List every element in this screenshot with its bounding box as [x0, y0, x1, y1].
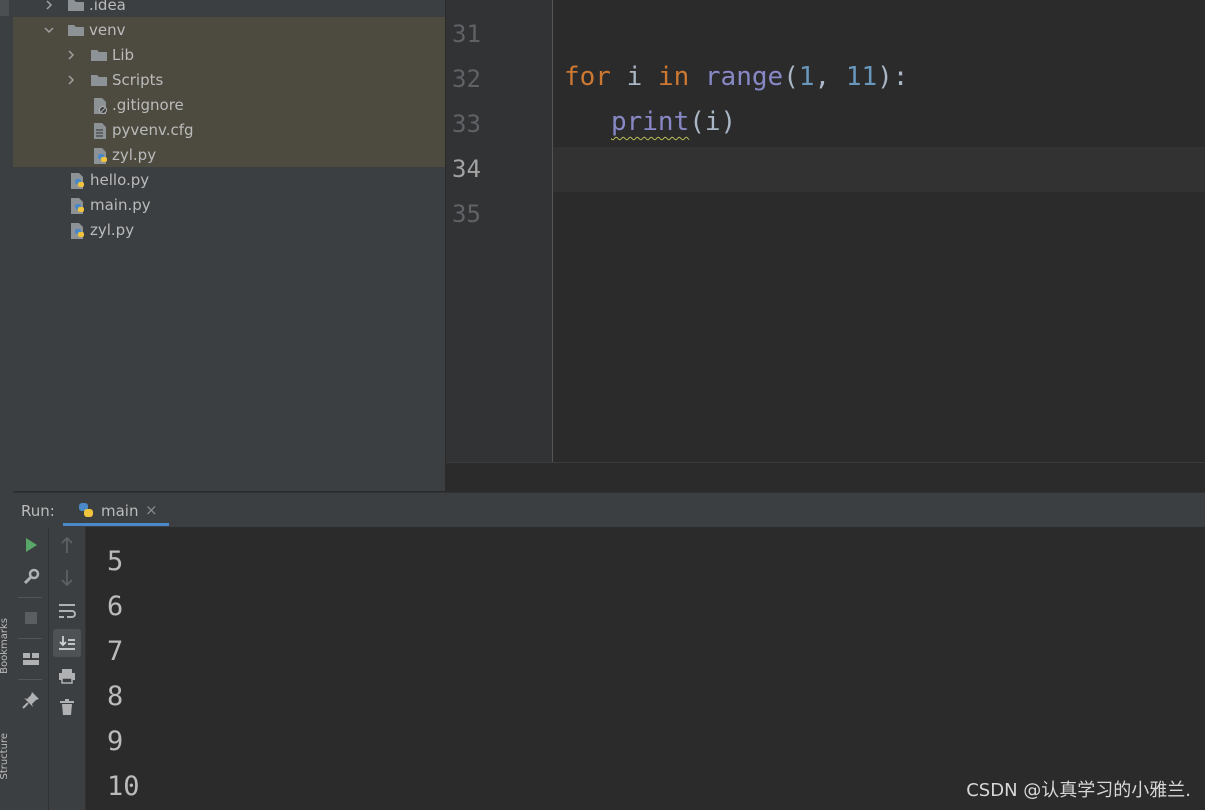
builtin-print: print — [610, 107, 690, 137]
keyword-in: in — [657, 62, 690, 92]
run-console-output[interactable]: 5 6 7 8 9 10 — [86, 527, 1205, 810]
line-number: 33 — [452, 110, 481, 138]
pin-icon[interactable] — [17, 686, 45, 714]
output-line: 7 — [107, 636, 124, 667]
builtin-range: range — [704, 62, 784, 92]
tree-item-zyl-py[interactable]: zyl.py — [13, 217, 445, 242]
folder-icon — [90, 47, 108, 63]
down-arrow-icon[interactable] — [53, 564, 81, 592]
tree-item-label: Lib — [112, 45, 135, 64]
tree-item-label: venv — [89, 20, 126, 39]
tree-item-label: main.py — [90, 195, 151, 214]
close-paren-colon: ): — [877, 62, 909, 92]
scroll-to-end-icon[interactable] — [53, 629, 81, 657]
tree-item-label: .idea — [89, 0, 126, 14]
python-file-icon — [92, 147, 110, 164]
structure-tool-tab[interactable]: Structure — [0, 733, 10, 780]
trash-icon[interactable] — [53, 693, 81, 721]
soft-wrap-icon[interactable] — [53, 597, 81, 625]
bookmarks-tool-tab[interactable]: Bookmarks — [0, 618, 10, 674]
line-number: 31 — [452, 20, 481, 48]
output-line: 8 — [107, 681, 124, 712]
close-icon[interactable]: × — [145, 501, 158, 519]
comma: , — [814, 62, 846, 92]
rerun-icon[interactable] — [17, 531, 45, 559]
keyword-for: for — [564, 62, 611, 92]
folder-icon — [67, 22, 85, 38]
current-line-number: 34 — [452, 155, 481, 183]
tree-item-gitignore[interactable]: .gitignore — [13, 92, 445, 117]
tree-item-label: zyl.py — [90, 220, 135, 239]
chevron-down-icon[interactable] — [43, 24, 55, 36]
line-number-gutter: 31 32 33 34 35 — [446, 0, 553, 462]
run-toolbar-primary — [13, 527, 49, 810]
up-arrow-icon[interactable] — [53, 531, 81, 559]
output-line: 5 — [107, 546, 124, 577]
output-line: 9 — [107, 726, 124, 757]
left-tool-strip: Bookmarks Structure — [0, 0, 14, 810]
run-toolbar-secondary — [49, 527, 86, 810]
run-tab-label: main — [101, 502, 139, 520]
python-file-icon — [69, 197, 87, 214]
editor-scroll-area — [446, 462, 1205, 492]
chevron-right-icon[interactable] — [65, 49, 77, 61]
python-icon — [77, 501, 95, 523]
tree-item-label: zyl.py — [112, 145, 157, 164]
project-tree-panel: .idea venv Lib Scripts .gitignore pyvenv… — [13, 0, 445, 491]
number-arg: 1 — [798, 62, 815, 92]
tree-item-venv[interactable]: venv — [13, 17, 445, 42]
line-number: 35 — [452, 200, 481, 228]
folder-icon — [67, 0, 85, 13]
current-line-highlight — [553, 147, 1205, 192]
python-file-icon — [69, 172, 87, 189]
run-tab-main[interactable]: main × — [63, 493, 169, 526]
chevron-right-icon[interactable] — [65, 74, 77, 86]
tree-item-label: Scripts — [112, 70, 164, 89]
output-line: 10 — [107, 771, 140, 802]
chevron-right-icon[interactable] — [43, 0, 55, 11]
tree-item-scripts[interactable]: Scripts — [13, 67, 445, 92]
output-line: 6 — [107, 591, 124, 622]
open-paren: ( — [783, 62, 799, 92]
layout-icon[interactable] — [17, 645, 45, 673]
csdn-watermark: CSDN @认真学习的小雅兰. — [966, 780, 1191, 801]
tree-item-label: .gitignore — [112, 95, 184, 114]
tree-item-idea[interactable]: .idea — [13, 0, 445, 17]
tree-item-pyvenv-cfg[interactable]: pyvenv.cfg — [13, 117, 445, 142]
run-panel-header: Run: main × — [13, 492, 1205, 528]
tree-item-label: hello.py — [90, 170, 150, 189]
python-file-icon — [69, 222, 87, 239]
wrench-icon[interactable] — [17, 563, 45, 591]
stop-icon[interactable] — [17, 604, 45, 632]
tree-item-hello-py[interactable]: hello.py — [13, 167, 445, 192]
ignore-file-icon — [92, 97, 110, 114]
code-line-print[interactable]: print(i) — [564, 107, 736, 137]
tree-item-main-py[interactable]: main.py — [13, 192, 445, 217]
code-line-for-loop[interactable]: for i in range(1, 11): — [564, 62, 908, 92]
tree-item-lib[interactable]: Lib — [13, 42, 445, 67]
line-number: 32 — [452, 65, 481, 93]
project-tool-button[interactable] — [0, 0, 9, 16]
tree-item-zyl-py-venv[interactable]: zyl.py — [13, 142, 445, 167]
folder-icon — [90, 72, 108, 88]
tree-item-label: pyvenv.cfg — [112, 120, 194, 139]
print-args: (i) — [689, 107, 737, 137]
config-file-icon — [92, 122, 110, 139]
print-icon[interactable] — [53, 662, 81, 690]
code-editor[interactable]: 31 32 33 34 35 for i in range(1, 11): pr… — [446, 0, 1205, 462]
run-label: Run: — [21, 502, 55, 520]
number-arg: 11 — [845, 62, 878, 92]
loop-variable: i — [610, 62, 658, 92]
